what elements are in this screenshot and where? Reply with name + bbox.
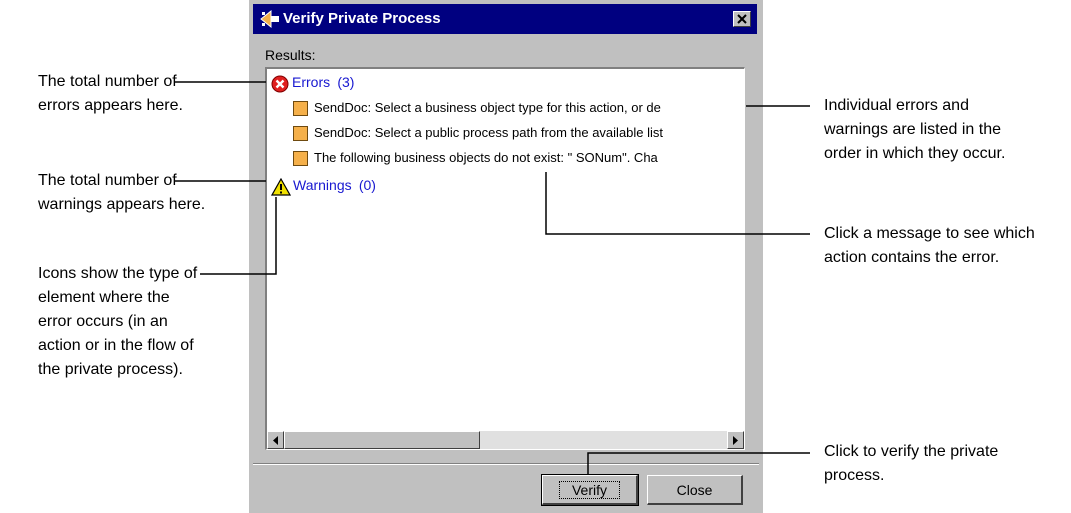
leader-icons <box>200 197 277 275</box>
leader-message <box>545 172 810 235</box>
callout-leader-lines <box>175 81 810 474</box>
leader-verify <box>587 452 810 474</box>
